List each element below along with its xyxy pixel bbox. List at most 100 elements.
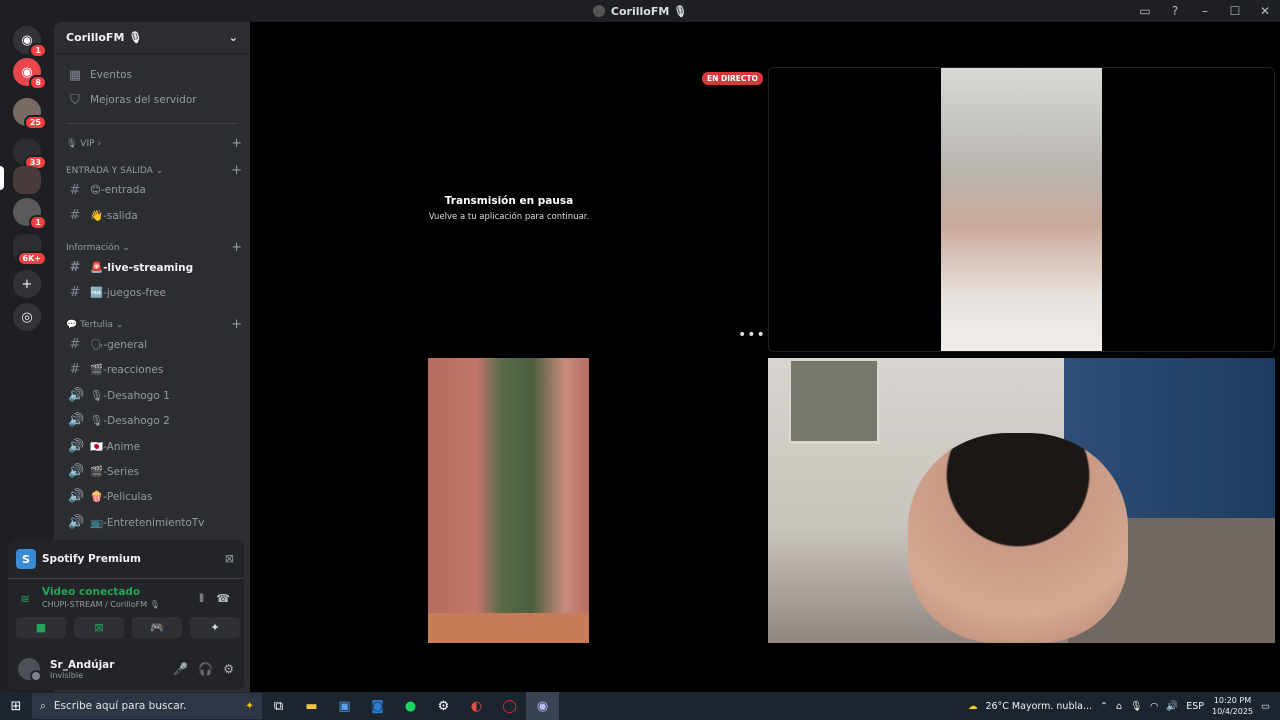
- discover-button[interactable]: ◎: [13, 303, 41, 331]
- server-3-button[interactable]: 25: [13, 98, 47, 130]
- system-tray: ☁ 26°C Mayorm. nubla... ⌃ ⌂ 🎙 ◠ 🔊 ESP 10…: [968, 692, 1280, 720]
- taskbar-search[interactable]: ⌕ Escribe aquí para buscar. ✦: [32, 693, 262, 719]
- stream-stage: EN DIRECTO Transmisión en pausa Vuelve a…: [250, 22, 1280, 692]
- voice-channel-name[interactable]: CHUPI-STREAM / CorilloFM 🎙: [42, 600, 160, 609]
- network-icon[interactable]: ⌂: [1116, 701, 1122, 712]
- channel-live-streaming[interactable]: # 🚨-live-streaming: [62, 256, 242, 278]
- gamepad-icon: 🎮: [150, 621, 164, 634]
- channel-entrada[interactable]: # 😊-entrada: [62, 179, 242, 201]
- help-icon[interactable]: ?: [1160, 0, 1190, 22]
- voice-connection: Video conectado CHUPI-STREAM / CorilloFM…: [42, 586, 160, 609]
- add-channel-icon[interactable]: +: [231, 240, 242, 255]
- task-view-icon[interactable]: ⧉: [262, 692, 295, 720]
- server-boosts-item[interactable]: ⛉ Mejoras del servidor: [62, 89, 242, 111]
- live-badge: EN DIRECTO: [702, 72, 763, 85]
- voice-channel-desahogo-2[interactable]: 🔊 🎙-Desahogo 2: [62, 409, 242, 431]
- video-tile-2[interactable]: [428, 358, 589, 643]
- spotify-icon[interactable]: ●: [394, 692, 427, 720]
- wifi-icon[interactable]: ◠: [1150, 701, 1158, 712]
- channel-general[interactable]: # 🗣-general: [62, 333, 242, 355]
- video-person: [908, 433, 1128, 643]
- unread-badge: 8: [29, 75, 47, 90]
- stream-paused-message: Transmisión en pausa Vuelve a tu aplicac…: [384, 195, 634, 222]
- unread-badge: 6K+: [16, 251, 47, 266]
- chevron-up-icon[interactable]: ⌃: [1100, 701, 1108, 712]
- windows-icon: ⊞: [10, 698, 22, 714]
- add-channel-icon[interactable]: +: [231, 317, 242, 332]
- video-feed: [428, 358, 589, 643]
- server-6-button[interactable]: 1: [13, 198, 47, 230]
- gear-icon[interactable]: ⚙: [223, 662, 234, 676]
- activity-dismiss-icon[interactable]: ⊠: [225, 552, 234, 565]
- opera-icon[interactable]: ◯: [493, 692, 526, 720]
- microphone-tray-icon[interactable]: 🎙: [1130, 701, 1142, 712]
- notifications-icon[interactable]: ▭: [1261, 701, 1270, 712]
- channel-reacciones[interactable]: # 🎬-reacciones: [62, 358, 242, 380]
- video-tile-3[interactable]: [768, 358, 1275, 643]
- video-floor: [428, 613, 589, 643]
- weather-text[interactable]: 26°C Mayorm. nubla...: [985, 701, 1092, 712]
- volume-icon[interactable]: 🔊: [1166, 701, 1178, 712]
- disconnect-icon[interactable]: ☎: [216, 592, 230, 605]
- category-informacion[interactable]: Información ⌄ +: [66, 240, 242, 255]
- channel-juegos-free[interactable]: # 🆓-juegos-free: [62, 281, 242, 303]
- discord-taskbar-icon[interactable]: ◉: [526, 692, 559, 720]
- activity-spotify[interactable]: S Spotify Premium: [16, 549, 141, 569]
- user-area[interactable]: Sr_Andújar Invisible 🎤 🎧 ⚙: [12, 653, 240, 685]
- camera-button[interactable]: ■: [16, 617, 66, 638]
- server-folder-button[interactable]: 6K+: [13, 234, 47, 266]
- signal-icon: ≋: [20, 592, 31, 606]
- category-entrada-salida[interactable]: ENTRADA Y SALIDA ⌄ +: [66, 163, 242, 178]
- events-item[interactable]: ▦ Eventos: [62, 64, 242, 86]
- file-explorer-icon[interactable]: ▬: [295, 692, 328, 720]
- plus-icon: +: [21, 276, 33, 292]
- title-bar: CorilloFM 🎙 ▭ ? – ☐ ✕: [0, 0, 1280, 22]
- camera-icon: ■: [35, 621, 47, 634]
- soundboard-icon: ✦: [210, 621, 220, 634]
- add-channel-icon[interactable]: +: [231, 163, 242, 178]
- activities-button[interactable]: 🎮: [132, 617, 182, 638]
- minimize-button[interactable]: –: [1190, 0, 1220, 22]
- direct-messages-button[interactable]: ◉ 1: [13, 26, 47, 58]
- server-4-button[interactable]: 33: [13, 138, 47, 170]
- outlook-icon[interactable]: ◙: [361, 692, 394, 720]
- steam-icon[interactable]: ⚙: [427, 692, 460, 720]
- voice-channel-series[interactable]: 🔊 🎬-Series: [62, 460, 242, 482]
- category-vip[interactable]: 🎙 VIP › +: [66, 136, 242, 151]
- voice-channel-peliculas[interactable]: 🔊 🍿-Peliculas: [62, 485, 242, 507]
- avatar[interactable]: [18, 658, 42, 682]
- username: Sr_Andújar: [50, 658, 115, 671]
- server-corillofm-button[interactable]: [13, 166, 41, 194]
- category-tertulia[interactable]: 💬 Tertulia ⌄ +: [66, 317, 242, 332]
- microphone-icon[interactable]: 🎤: [173, 662, 188, 676]
- voice-channel-entretenimiento-tv[interactable]: 🔊 📺-EntretenimientoTv: [62, 511, 242, 533]
- unread-badge: 25: [23, 115, 47, 130]
- store-icon[interactable]: ▣: [328, 692, 361, 720]
- clock[interactable]: 10:20 PM 10/4/2025: [1212, 695, 1253, 717]
- close-button[interactable]: ✕: [1250, 0, 1280, 22]
- maximize-button[interactable]: ☐: [1220, 0, 1250, 22]
- speaker-icon: 🔊: [68, 438, 85, 454]
- screen-share-button[interactable]: ⊠: [74, 617, 124, 638]
- shield-icon: ⛉: [70, 92, 80, 108]
- headphones-icon[interactable]: 🎧: [198, 662, 213, 676]
- user-panel: S Spotify Premium ⊠ ≋ Video conectado CH…: [8, 540, 244, 690]
- language-indicator[interactable]: ESP: [1186, 701, 1204, 712]
- server-red-button[interactable]: ◉ 8: [13, 58, 47, 90]
- soundboard-button[interactable]: ✦: [190, 617, 240, 638]
- voice-channel-anime[interactable]: 🔊 🇯🇵-Anime: [62, 435, 242, 457]
- spotify-app-icon: S: [16, 549, 36, 569]
- voice-channel-desahogo-1[interactable]: 🔊 🎙-Desahogo 1: [62, 384, 242, 406]
- add-server-button[interactable]: +: [13, 270, 41, 298]
- more-options-icon[interactable]: •••: [738, 327, 766, 343]
- start-button[interactable]: ⊞: [0, 692, 32, 720]
- inbox-icon[interactable]: ▭: [1130, 0, 1160, 22]
- channel-salida[interactable]: # 👋-salida: [62, 204, 242, 226]
- add-channel-icon[interactable]: +: [231, 136, 242, 151]
- user-status: Invisible: [50, 670, 83, 680]
- video-tile-1[interactable]: [768, 67, 1275, 352]
- app-icon[interactable]: ◐: [460, 692, 493, 720]
- voice-status[interactable]: Video conectado: [42, 586, 160, 598]
- server-header[interactable]: CorilloFM 🎙 ⌄: [54, 22, 250, 54]
- noise-suppression-icon[interactable]: ⦀: [199, 592, 204, 606]
